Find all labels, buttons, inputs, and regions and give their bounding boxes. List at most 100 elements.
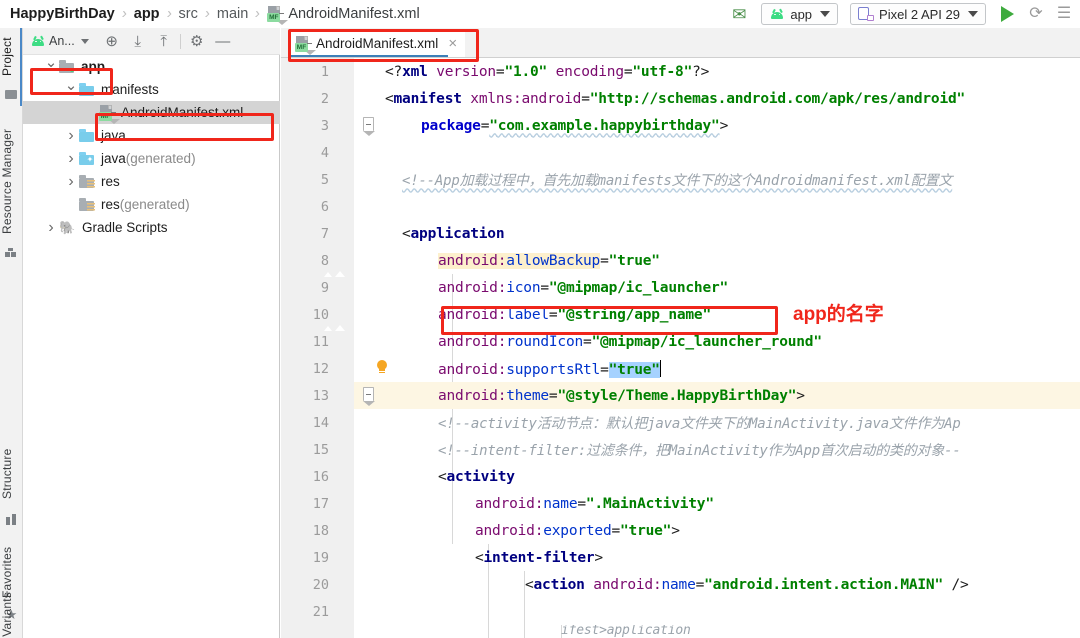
code-line: 3 package="com.example.happybirthday"> — [281, 112, 1080, 139]
chevron-down-icon[interactable] — [43, 59, 59, 74]
build-button[interactable]: ✉ — [723, 2, 755, 26]
image-preview-gutter-icon[interactable] — [333, 333, 351, 349]
rerun-icon: ⟳ — [1029, 5, 1043, 22]
breadcrumb-src[interactable]: src — [179, 6, 198, 22]
more-icon: ☰ — [1056, 5, 1072, 22]
android-robot-icon — [30, 35, 46, 46]
breadcrumb-project[interactable]: HappyBirthDay — [10, 6, 115, 22]
line-number: 13 — [312, 387, 329, 404]
line-number: 2 — [320, 90, 329, 107]
tree-item-label: java — [101, 128, 126, 143]
top-bar: HappyBirthDay › app › src › main › MF An… — [0, 0, 1080, 28]
tree-item-android-manifest[interactable]: MF AndroidManifest.xml — [23, 101, 280, 124]
tree-item-java[interactable]: java — [23, 124, 280, 147]
project-scope-selector[interactable]: An... — [30, 34, 89, 48]
breadcrumb-separator: › — [165, 5, 173, 22]
code-line: 19 <intent-filter> — [281, 544, 1080, 571]
project-scope-label: An... — [49, 34, 75, 48]
code-text: android:exported="true"> — [475, 522, 680, 539]
more-button[interactable]: ☰ — [1050, 2, 1078, 26]
code-line: 5 <!--App加载过程中，首先加载manifests文件下的这个Androi… — [281, 166, 1080, 193]
run-configuration-selector[interactable]: app — [761, 3, 839, 25]
device-label: Pixel 2 API 29 — [879, 6, 960, 22]
line-number: 1 — [320, 63, 329, 80]
tree-item-label: app — [81, 59, 106, 74]
code-line: 1 <?xml version="1.0" encoding="utf-8"?> — [281, 58, 1080, 85]
code-text: android:supportsRtl="true" — [438, 359, 662, 378]
res-folder-icon — [79, 175, 95, 188]
hide-panel-button[interactable]: — — [210, 29, 236, 53]
tree-item-res-generated[interactable]: res (generated) — [23, 193, 280, 216]
code-line: 20 <action android:name="android.intent.… — [281, 571, 1080, 598]
code-text: ifest>application — [561, 625, 691, 638]
code-line: 12 android:supportsRtl="true" — [281, 355, 1080, 382]
chevron-right-icon[interactable] — [63, 174, 79, 190]
code-text: <?xml version="1.0" encoding="utf-8"?> — [385, 63, 710, 80]
rerun-button[interactable]: ⟳ — [1022, 2, 1050, 26]
line-number: 10 — [312, 306, 329, 323]
code-line: 21 — [281, 598, 1080, 625]
chevron-down-icon[interactable] — [63, 82, 79, 97]
breadcrumb-file[interactable]: MF AndroidManifest.xml — [267, 5, 420, 25]
code-text: <intent-filter> — [475, 549, 603, 566]
code-line: 10 android:label="@string/app_name" — [281, 301, 1080, 328]
run-button[interactable] — [992, 2, 1022, 26]
editor-tab-label: AndroidManifest.xml — [316, 36, 439, 51]
manifest-file-icon: MF — [99, 104, 120, 124]
tree-item-app[interactable]: app — [23, 55, 280, 78]
tree-item-java-generated[interactable]: ✦ java (generated) — [23, 147, 280, 170]
project-panel: An... ⊕ ⤓ ⤒ ⚙ — ⌄ app ⌄ manifests MF And… — [23, 28, 280, 638]
editor-tab-bar: MF AndroidManifest.xml × — [281, 28, 1080, 58]
code-line: 14 <!--activity活动节点：默认把java文件夹下的MainActi… — [281, 409, 1080, 436]
line-number: 4 — [320, 144, 329, 161]
chevron-down-icon — [968, 11, 978, 17]
line-number: 15 — [312, 441, 329, 458]
chevron-right-icon[interactable] — [63, 151, 79, 167]
editor-code-area[interactable]: 1 <?xml version="1.0" encoding="utf-8"?>… — [281, 58, 1080, 638]
tree-item-label: AndroidManifest.xml — [121, 105, 244, 120]
close-icon[interactable]: × — [448, 35, 457, 52]
line-number: 20 — [312, 576, 329, 593]
collapse-all-icon: ⤒ — [160, 32, 168, 50]
tree-item-suffix: (generated) — [119, 197, 190, 212]
code-editor[interactable]: 1 <?xml version="1.0" encoding="utf-8"?>… — [281, 58, 1080, 638]
code-text: android:roundIcon="@mipmap/ic_launcher_r… — [438, 333, 822, 350]
breadcrumb-main[interactable]: main — [217, 6, 248, 22]
tree-item-res[interactable]: res — [23, 170, 280, 193]
line-number: 6 — [320, 198, 329, 215]
code-text: android:name=".MainActivity" — [475, 495, 714, 512]
active-tab-indicator — [288, 55, 448, 57]
intention-bulb-icon[interactable] — [375, 360, 389, 377]
chevron-right-icon[interactable] — [43, 220, 59, 236]
folder-icon — [79, 83, 95, 96]
breadcrumb-module[interactable]: app — [134, 6, 160, 22]
sidebar-item-resource-manager[interactable]: Resource Manager — [0, 120, 23, 242]
gradle-elephant-icon: 🐘 — [59, 219, 76, 235]
expand-all-icon: ⤓ — [134, 32, 142, 50]
expand-all-button[interactable]: ⤓ — [125, 29, 151, 53]
image-preview-gutter-icon[interactable] — [333, 279, 351, 295]
settings-button[interactable]: ⚙ — [184, 29, 210, 53]
code-text: android:allowBackup="true" — [438, 252, 660, 269]
device-selector[interactable]: Pixel 2 API 29 — [850, 3, 986, 25]
locate-icon: ⊕ — [105, 33, 118, 50]
tree-item-manifests[interactable]: manifests — [23, 78, 280, 101]
annotation-label-app-name: app的名字 — [793, 304, 884, 325]
code-text: <activity — [438, 468, 515, 485]
structure-icon — [5, 514, 18, 527]
code-line: 4 — [281, 139, 1080, 166]
code-line: 16 <activity — [281, 463, 1080, 490]
tree-item-gradle-scripts[interactable]: 🐘 Gradle Scripts — [23, 216, 280, 239]
sidebar-item-structure[interactable]: Structure — [0, 440, 23, 508]
collapse-all-button[interactable]: ⤒ — [151, 29, 177, 53]
locate-file-button[interactable]: ⊕ — [99, 29, 125, 53]
chevron-right-icon[interactable] — [63, 128, 79, 144]
tree-item-label: manifests — [101, 82, 159, 97]
line-number: 3 — [320, 117, 329, 134]
code-text: <application — [402, 225, 505, 242]
breadcrumb-separator: › — [203, 5, 212, 22]
sidebar-item-build-variants[interactable]: Build Variants — [0, 592, 23, 638]
code-line-partial: ifest>application — [281, 625, 1080, 638]
editor-tab-android-manifest[interactable]: MF AndroidManifest.xml × — [288, 30, 466, 57]
breadcrumb: HappyBirthDay › app › src › main › MF An… — [0, 0, 420, 28]
